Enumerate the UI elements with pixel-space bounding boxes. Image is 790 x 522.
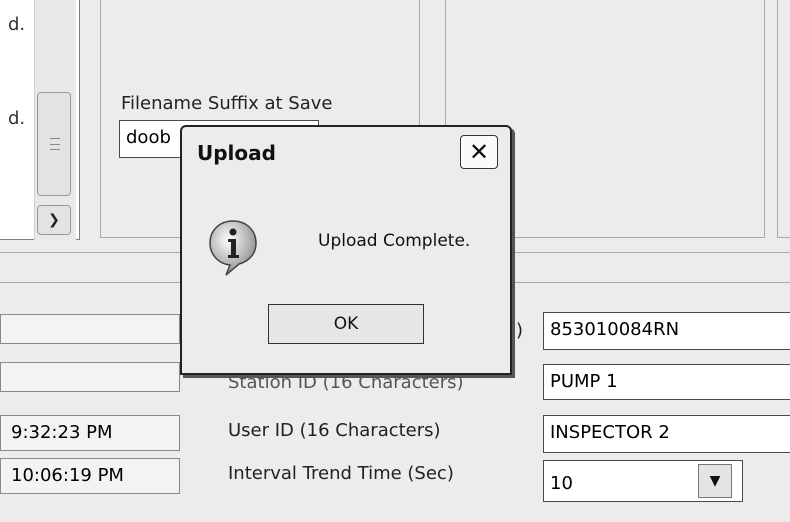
station-id-label: Station ID (16 Characters) [228, 372, 464, 393]
user-id-input[interactable]: INSPECTOR 2 [543, 415, 790, 453]
serial-number-label: ) [516, 320, 524, 341]
dropdown-button[interactable]: ▼ [698, 464, 732, 498]
user-id-label: User ID (16 Characters) [228, 420, 441, 441]
grip-icon [50, 138, 60, 150]
station-id-input[interactable]: PUMP 1 [543, 364, 790, 400]
dialog-title: Upload [197, 141, 276, 165]
timestamp-field: 9:32:23 PM [0, 415, 180, 451]
chevron-down-icon: ▼ [709, 473, 721, 489]
info-icon [209, 220, 257, 276]
list-box[interactable]: d. d. ❯ [0, 0, 80, 240]
list-item[interactable]: d. [8, 14, 25, 35]
timestamp-field [0, 314, 180, 344]
ok-button[interactable]: OK [268, 304, 424, 344]
list-item[interactable]: d. [8, 108, 25, 129]
filename-suffix-label: Filename Suffix at Save [121, 93, 333, 114]
close-icon: ✕ [468, 138, 490, 166]
serial-number-input[interactable]: 853010084RN [543, 312, 790, 350]
timestamp-field [0, 362, 180, 392]
scroll-down-button[interactable]: ❯ [37, 205, 71, 235]
chevron-down-icon: ❯ [48, 212, 60, 228]
upload-dialog: Upload ✕ Upload Complete. OK [180, 125, 512, 375]
timestamp-field: 10:06:19 PM [0, 458, 180, 494]
interval-trend-label: Interval Trend Time (Sec) [228, 463, 454, 484]
right-group [777, 0, 790, 238]
dialog-message: Upload Complete. [318, 231, 471, 251]
close-button[interactable]: ✕ [460, 135, 498, 169]
